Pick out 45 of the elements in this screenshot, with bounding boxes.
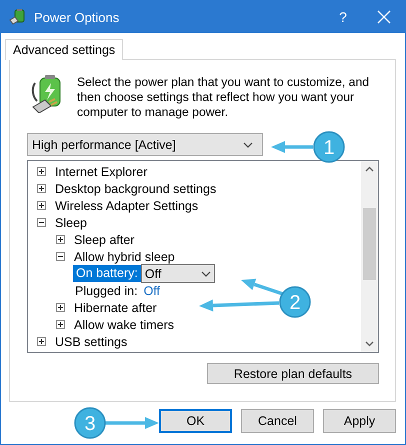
scrollbar[interactable] xyxy=(361,161,378,352)
tree-item[interactable]: USB settings xyxy=(53,334,130,348)
close-icon[interactable] xyxy=(377,10,391,24)
value-link[interactable]: Off xyxy=(144,284,160,298)
dialog-button[interactable]: Apply xyxy=(323,409,396,433)
expand-icon[interactable] xyxy=(56,303,65,312)
callout-arrow xyxy=(241,278,284,296)
tree-item[interactable]: Desktop background settings xyxy=(53,182,218,196)
tree-item[interactable]: Allow hybrid sleep xyxy=(72,250,177,264)
collapse-icon[interactable] xyxy=(37,218,46,227)
power-plug-icon xyxy=(9,8,27,26)
expand-icon[interactable] xyxy=(56,320,65,329)
callout-arrow xyxy=(271,141,313,153)
scrollbar-thumb[interactable] xyxy=(363,208,376,280)
scroll-up-icon[interactable] xyxy=(365,166,374,172)
tab[interactable]: Advanced settings xyxy=(5,39,124,60)
tree-item[interactable]: Sleep after xyxy=(72,232,136,246)
expand-icon[interactable] xyxy=(56,235,65,244)
expand-icon[interactable] xyxy=(37,167,46,176)
scroll-down-icon[interactable] xyxy=(365,341,374,347)
setting-label[interactable]: Plugged in: xyxy=(73,284,140,298)
callout-badge: 1 xyxy=(313,131,345,163)
tree-item[interactable]: Sleep xyxy=(53,216,89,230)
tree-item[interactable]: Wireless Adapter Settings xyxy=(53,198,200,212)
plan-dropdown[interactable]: High performance [Active] xyxy=(27,133,263,156)
restore-defaults-button[interactable]: Restore plan defaults xyxy=(207,363,379,384)
expand-icon[interactable] xyxy=(37,184,46,193)
value-dropdown[interactable]: Off xyxy=(140,264,215,283)
tree-item[interactable]: Hibernate after xyxy=(72,300,159,314)
callout-badge: 2 xyxy=(279,286,311,318)
help-button[interactable]: ? xyxy=(323,9,363,25)
collapse-icon[interactable] xyxy=(56,252,65,261)
window-title: Power Options xyxy=(34,10,120,24)
tree-item[interactable]: Allow wake timers xyxy=(72,318,176,332)
description-text: Select the power plan that you want to customize, and then choose settings that reflect how you want your computer to manage power. xyxy=(77,75,370,120)
dialog-button[interactable]: Cancel xyxy=(241,409,314,433)
setting-label[interactable]: On battery: xyxy=(73,265,141,282)
expand-icon[interactable] xyxy=(37,337,46,346)
callout-badge: 3 xyxy=(74,407,106,439)
callout-arrow xyxy=(105,417,159,429)
chevron-down-icon xyxy=(200,270,211,276)
dialog-button[interactable]: OK xyxy=(159,409,232,433)
tree-item[interactable]: Internet Explorer xyxy=(53,164,150,178)
expand-icon[interactable] xyxy=(37,201,46,210)
chevron-down-icon xyxy=(243,142,253,148)
